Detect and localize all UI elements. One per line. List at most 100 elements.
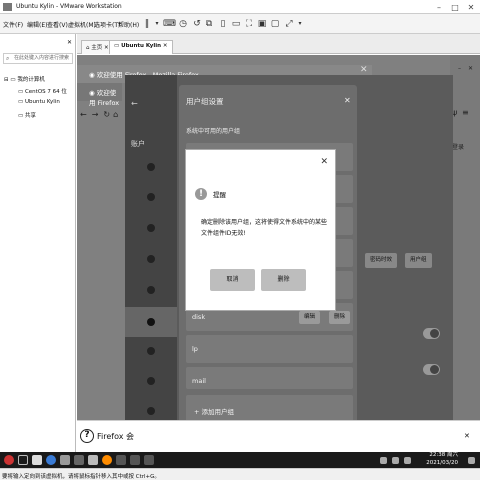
firefox-bottom-text: Firefox 会 <box>97 432 135 441</box>
browser-icon[interactable] <box>46 455 56 465</box>
cancel-button[interactable]: 取消 <box>210 269 255 291</box>
manage-snapshots-icon[interactable]: ⧉ <box>204 18 214 30</box>
sidebar-icon[interactable] <box>147 224 155 232</box>
group-name: disk <box>192 313 206 321</box>
snapshot-icon[interactable]: ◷ <box>178 18 188 30</box>
file-manager-icon[interactable] <box>32 455 42 465</box>
clock[interactable]: 22:38 周六 2021/03/20 <box>426 452 458 467</box>
send-keys-icon[interactable]: ⌨ <box>163 18 176 30</box>
menu-edit[interactable]: 编辑(E) <box>27 20 47 29</box>
tree-item-shared[interactable]: ▭ 共享 <box>18 111 36 119</box>
minimize-icon[interactable]: – <box>432 1 446 13</box>
tab-label: 主页 <box>91 45 103 51</box>
maximize-icon[interactable]: □ <box>448 1 462 13</box>
vmware-logo-icon <box>3 3 12 11</box>
dropdown-icon[interactable]: ▾ <box>152 18 162 30</box>
status-message: 要将输入定向到该虚拟机，请将鼠标指针移入其中或按 Ctrl+G。 <box>2 474 160 480</box>
sidebar-icon[interactable] <box>147 407 155 415</box>
confirm-delete-button[interactable]: 删除 <box>261 269 306 291</box>
reload-icon[interactable]: ↻ <box>103 110 110 119</box>
menu-icon[interactable]: ≡ <box>462 108 469 117</box>
settings-back-icon[interactable]: ← <box>131 99 138 108</box>
tree-item-my-computer[interactable]: ⊟ ▭ 我的计算机 <box>4 75 45 83</box>
library-search-input[interactable]: ⌕ 在此处键入内容进行搜索 <box>3 53 73 64</box>
sidebar-icon[interactable] <box>147 347 155 355</box>
password-age-button[interactable]: 密码时效 <box>365 253 398 268</box>
app-icon[interactable] <box>144 455 154 465</box>
sidebar-icon[interactable] <box>147 193 155 201</box>
fullscreen-icon[interactable]: ⛶ <box>244 18 254 30</box>
app-icon[interactable] <box>88 455 98 465</box>
menu-help[interactable]: 帮助(H) <box>118 20 139 29</box>
library-search-placeholder: 在此处键入内容进行搜索 <box>14 55 70 61</box>
show-desktop-icon[interactable] <box>468 457 475 464</box>
tab-ubuntu-kylin[interactable]: ▭ Ubuntu Kylin ✕ <box>109 40 173 54</box>
tree-item-ubuntu-kylin[interactable]: ▭ Ubuntu Kylin <box>18 99 60 105</box>
menu-tabs[interactable]: 选项卡(T) <box>94 20 120 29</box>
stretch-icon[interactable]: ⤢ <box>284 18 294 30</box>
app-icon[interactable] <box>130 455 140 465</box>
tab-label: Ubuntu Kylin <box>121 43 161 49</box>
notification-close-icon[interactable]: ✕ <box>464 432 470 440</box>
sidebar-icon[interactable] <box>147 286 155 294</box>
usergroup-close-icon[interactable]: ✕ <box>344 96 351 105</box>
toggle-switch[interactable] <box>423 328 440 339</box>
settings-sidebar-title: 账户 <box>131 140 145 148</box>
sidebar-icon[interactable] <box>147 255 155 263</box>
warning-icon: ! <box>195 188 207 200</box>
library-view-icon[interactable]: ▯ <box>218 18 228 30</box>
vm-screen[interactable]: ◉ 欢迎使用 Firefox - Mozilla Firefox ◉ 欢迎使用 … <box>77 55 480 452</box>
app-icon[interactable] <box>116 455 126 465</box>
sidebar-icon[interactable] <box>147 377 155 385</box>
stretch-dropdown-icon[interactable]: ▾ <box>295 18 305 30</box>
app-icon[interactable] <box>60 455 70 465</box>
user-group-button[interactable]: 用户组 <box>405 253 432 268</box>
search-icon: ⌕ <box>6 55 10 62</box>
confirm-delete-dialog: ✕ ! 提醒 确定删除该用户组，这将使得文件系统中的某些文件组件ID无效! 取消… <box>185 149 336 311</box>
multitask-icon[interactable] <box>18 455 28 465</box>
firefox-close-icon[interactable]: ✕ <box>360 65 368 75</box>
firefox-nav-bar: ← → ↻ ⌂ <box>77 107 125 121</box>
settings-sidebar: ← 账户 <box>125 75 177 450</box>
vmware-menu-bar: 文件(F) 编辑(E) 查看(V) 虚拟机(M) 选项卡(T) 帮助(H) ‖ … <box>0 14 480 34</box>
back-icon[interactable]: ← <box>80 110 87 119</box>
tree-item-centos[interactable]: ▭ CentOS 7 64 位 <box>18 87 67 95</box>
tray-icon[interactable] <box>380 457 387 464</box>
firefox-tab[interactable]: ◉ 欢迎使用 Firefox <box>77 83 122 107</box>
confirm-close-icon[interactable]: ✕ <box>320 157 328 167</box>
start-menu-icon[interactable] <box>4 455 14 465</box>
group-row-mail[interactable]: mail <box>186 367 353 389</box>
toggle-switch[interactable] <box>423 364 440 375</box>
firefox-background: ◉ 欢迎使用 Firefox - Mozilla Firefox ◉ 欢迎使用 … <box>77 55 480 452</box>
menu-file[interactable]: 文件(F) <box>3 20 23 29</box>
app-icon[interactable] <box>74 455 84 465</box>
vmware-title-bar: Ubuntu Kylin - VMware Workstation – □ ✕ <box>0 0 480 14</box>
thumbnail-view-icon[interactable]: ▭ <box>231 18 241 30</box>
menu-vm[interactable]: 虚拟机(M) <box>68 20 96 29</box>
sidebar-icon[interactable] <box>147 163 155 171</box>
tray-icon[interactable] <box>392 457 399 464</box>
firefox-taskbar-icon[interactable] <box>102 455 112 465</box>
home-icon[interactable]: ⌂ <box>113 110 118 119</box>
menu-view[interactable]: 查看(V) <box>47 20 68 29</box>
clock-time: 22:38 周六 <box>429 452 458 458</box>
close-icon[interactable]: ✕ <box>464 1 478 13</box>
revert-snapshot-icon[interactable]: ↺ <box>192 18 202 30</box>
group-row-lp[interactable]: lp <box>186 335 353 363</box>
firefox-notification-bar: ? Firefox 会 ✕ <box>77 420 480 452</box>
firefox-right-side: – ✕ ψ ≡ 登录 <box>450 55 480 452</box>
forward-icon[interactable]: → <box>92 110 99 119</box>
window-close-icon[interactable]: ✕ <box>468 65 473 72</box>
delete-group-button[interactable]: 删除 <box>329 311 351 324</box>
login-link[interactable]: 登录 <box>452 142 464 151</box>
account-icon <box>147 318 155 326</box>
unity-icon[interactable]: ▣ <box>257 18 267 30</box>
window-minimize-icon[interactable]: – <box>458 65 461 72</box>
edit-group-button[interactable]: 编辑 <box>299 311 321 324</box>
tray-icon[interactable] <box>404 457 411 464</box>
clock-date: 2021/03/20 <box>426 459 458 466</box>
library-close-icon[interactable]: ✕ <box>67 39 72 46</box>
console-view-icon[interactable]: ▢ <box>270 18 280 30</box>
library-pane: ✕ ⌕ 在此处键入内容进行搜索 ⊟ ▭ 我的计算机 ▭ CentOS 7 64 … <box>0 34 76 452</box>
pause-icon[interactable]: ‖ <box>142 18 152 30</box>
